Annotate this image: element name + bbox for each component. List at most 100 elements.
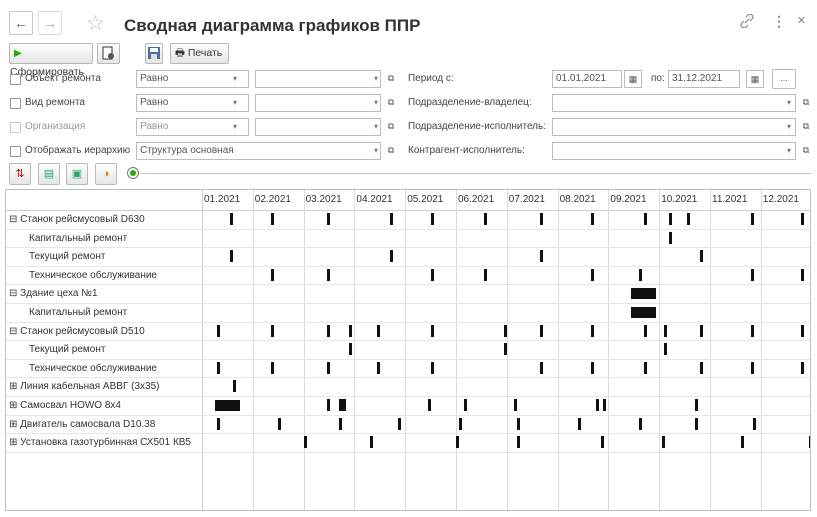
gantt-mark[interactable] (809, 436, 810, 449)
calendar-to-icon[interactable]: ▦ (746, 70, 764, 88)
gantt-mark[interactable] (270, 361, 274, 374)
gantt-mark[interactable] (600, 436, 604, 449)
row-label[interactable]: ⊞ Установка газотурбинная СХ501 КВ5 (9, 437, 191, 448)
back-button[interactable]: ← (9, 11, 33, 35)
gantt-mark[interactable] (631, 307, 657, 318)
gantt-mark[interactable] (326, 399, 330, 411)
gantt-mark[interactable] (326, 213, 330, 225)
gantt-mark[interactable] (303, 436, 307, 449)
gantt-mark[interactable] (801, 324, 805, 337)
contractor-select[interactable]: ▾ (552, 142, 796, 160)
gantt-mark[interactable] (483, 268, 487, 281)
print-button[interactable]: 🖶 Печать (170, 43, 229, 64)
gantt-mark[interactable] (339, 399, 347, 411)
gantt-mark[interactable] (456, 436, 459, 449)
gantt-mark[interactable] (661, 436, 665, 449)
gantt-mark[interactable] (750, 361, 754, 374)
sort-icon[interactable]: ⇅ (9, 163, 31, 185)
more-menu-icon[interactable]: ⋮ (772, 13, 786, 30)
object-value-select[interactable]: ▾ (255, 70, 381, 88)
gantt-mark[interactable] (590, 268, 594, 281)
gantt-mark[interactable] (517, 436, 520, 449)
gantt-mark[interactable] (430, 324, 434, 337)
gantt-mark[interactable] (270, 324, 274, 337)
gantt-mark[interactable] (801, 268, 805, 281)
gantt-mark[interactable] (377, 361, 381, 374)
scale-slider-handle[interactable] (127, 167, 139, 179)
gantt-mark[interactable] (669, 213, 673, 225)
gantt-mark[interactable] (694, 417, 698, 430)
gantt-mark[interactable] (217, 324, 221, 337)
contractor-copy-icon[interactable]: ⧉ (797, 142, 815, 160)
gantt-mark[interactable] (217, 417, 221, 430)
gantt-mark[interactable] (603, 399, 607, 411)
gantt-mark[interactable] (801, 213, 805, 225)
forward-button[interactable]: → (38, 11, 62, 35)
scale-slider-track[interactable] (140, 173, 811, 174)
gantt-mark[interactable] (577, 417, 581, 430)
gantt-mark[interactable] (349, 343, 353, 356)
hierarchy-checkbox[interactable] (10, 146, 21, 157)
gantt-mark[interactable] (664, 324, 668, 337)
gantt-mark[interactable] (750, 213, 754, 225)
gantt-mark[interactable] (539, 213, 543, 225)
gantt-mark[interactable] (664, 343, 668, 356)
gantt-mark[interactable] (669, 231, 673, 244)
gantt-mark[interactable] (430, 361, 434, 374)
executor-division-select[interactable]: ▾ (552, 118, 796, 136)
gantt-mark[interactable] (349, 324, 353, 337)
repair-type-condition-select[interactable]: Равно ▾ (136, 94, 249, 112)
organization-filter-checkbox[interactable] (10, 122, 21, 133)
gantt-mark[interactable] (539, 361, 543, 374)
gantt-mark[interactable] (699, 324, 703, 337)
gantt-mark[interactable] (687, 213, 691, 225)
row-label[interactable]: ⊞ Двигатель самосвала D10.38 (9, 419, 155, 430)
gantt-mark[interactable] (750, 324, 754, 337)
link-icon[interactable] (740, 13, 754, 31)
gantt-mark[interactable] (539, 324, 543, 337)
gantt-mark[interactable] (638, 268, 642, 281)
calendar-from-icon[interactable]: ▦ (624, 70, 642, 88)
gantt-mark[interactable] (750, 268, 754, 281)
period-from-input[interactable]: 01.01.2021 (552, 70, 622, 88)
gantt-chart[interactable]: 01.2021 02.2021 03.2021 04.2021 05.2021 06.20… (5, 189, 811, 511)
gantt-mark[interactable] (229, 250, 233, 263)
row-label[interactable]: ⊟ Станок рейсмусовый D510 (9, 326, 145, 337)
row-label[interactable]: ⊟ Здание цеха №1 (9, 288, 98, 299)
row-label[interactable]: ⊞ Самосвал HOWO 8x4 (9, 400, 121, 411)
chart-settings-icon[interactable]: ◑ (95, 163, 117, 185)
row-label[interactable]: ⊟ Станок рейсмусовый D630 (9, 214, 145, 225)
gantt-mark[interactable] (644, 361, 647, 374)
hierarchy-copy-icon[interactable]: ⧉ (382, 142, 400, 160)
object-condition-select[interactable]: Равно ▾ (136, 70, 249, 88)
executor-division-copy-icon[interactable]: ⧉ (797, 118, 815, 136)
gantt-mark[interactable] (694, 399, 698, 411)
gantt-mark[interactable] (428, 399, 432, 411)
gantt-mark[interactable] (463, 399, 467, 411)
owner-division-select[interactable]: ▾ (552, 94, 796, 112)
gantt-mark[interactable] (326, 268, 330, 281)
gantt-mark[interactable] (270, 268, 274, 281)
gantt-mark[interactable] (369, 436, 373, 449)
period-select-button[interactable]: ... (772, 69, 796, 89)
gantt-mark[interactable] (390, 250, 393, 263)
organization-copy-icon[interactable]: ⧉ (382, 118, 400, 136)
gantt-mark[interactable] (514, 399, 518, 411)
gantt-mark[interactable] (232, 380, 236, 393)
owner-division-copy-icon[interactable]: ⧉ (797, 94, 815, 112)
repair-type-copy-icon[interactable]: ⧉ (382, 94, 400, 112)
gantt-mark[interactable] (504, 324, 508, 337)
settings-button[interactable] (97, 43, 120, 64)
gantt-mark[interactable] (590, 213, 594, 225)
gantt-mark[interactable] (214, 400, 240, 411)
gantt-mark[interactable] (483, 213, 487, 225)
gantt-mark[interactable] (504, 343, 508, 356)
row-label[interactable]: ⊞ Линия кабельная АВВГ (3х35) (9, 381, 159, 392)
object-value-copy-icon[interactable]: ⧉ (382, 70, 400, 88)
generate-button[interactable]: ▶ Сформировать (9, 43, 93, 78)
gantt-mark[interactable] (638, 417, 642, 430)
repair-type-filter-checkbox[interactable] (10, 98, 21, 109)
gantt-mark[interactable] (699, 361, 703, 374)
gantt-mark[interactable] (740, 436, 744, 449)
gantt-mark[interactable] (644, 213, 647, 225)
